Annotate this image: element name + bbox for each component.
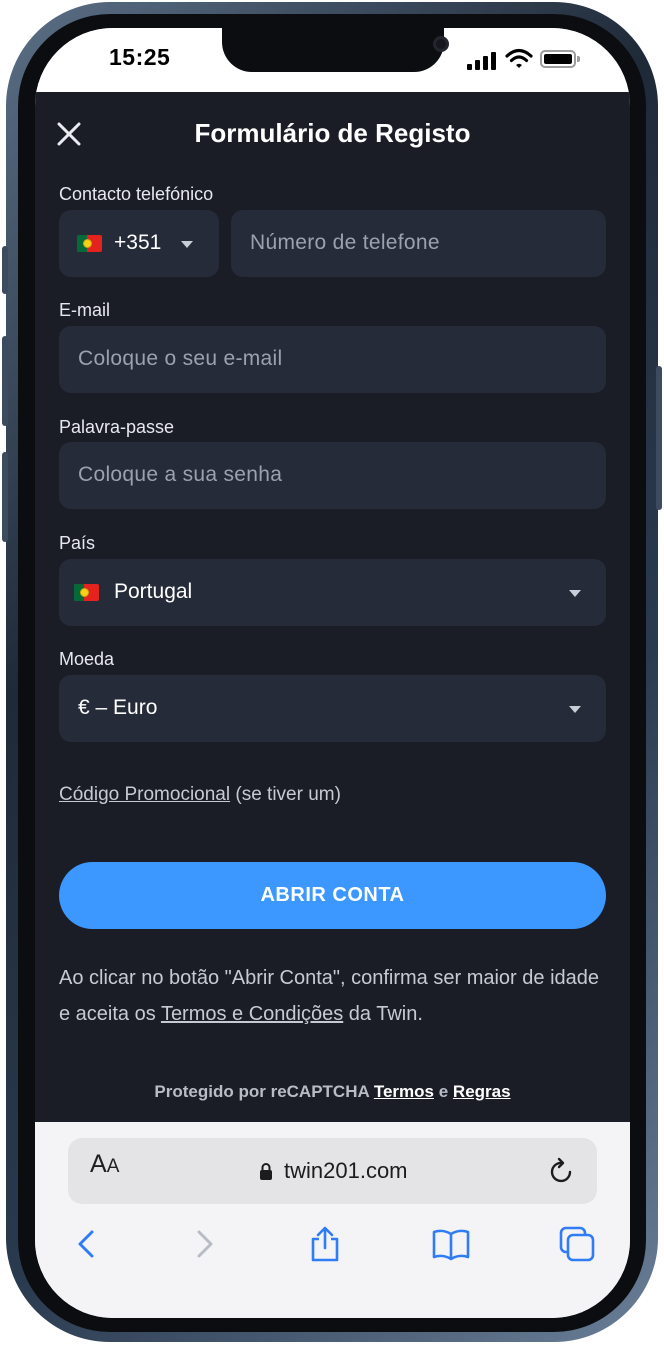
tabs-icon[interactable] [557, 1224, 597, 1264]
recaptcha-and: e [434, 1082, 453, 1101]
currency-select[interactable]: € – Euro [59, 675, 606, 742]
phone-label: Contacto telefónico [59, 184, 214, 204]
browser-chrome: AA twin201.com [35, 1122, 630, 1318]
country-value: Portugal [114, 580, 193, 603]
country-select[interactable]: Portugal [59, 559, 606, 626]
text-size-large-a: A [90, 1150, 107, 1178]
status-time: 15:25 [109, 44, 171, 70]
password-input[interactable]: Coloque a sua senha [59, 442, 606, 509]
battery-icon [540, 50, 580, 68]
status-bar: 15:25 [35, 28, 630, 92]
currency-value: € – Euro [78, 696, 158, 719]
cellular-signal-icon [467, 52, 497, 70]
chevron-down-icon [181, 241, 193, 248]
country-code-value: +351 [114, 231, 162, 254]
terms-disclaimer: Ao clicar no botão "Abrir Conta", confir… [59, 960, 609, 1032]
share-icon[interactable] [305, 1224, 345, 1264]
back-icon[interactable] [68, 1224, 108, 1264]
recaptcha-rules-link[interactable]: Regras [453, 1082, 511, 1101]
address-bar[interactable]: AA twin201.com [68, 1138, 597, 1204]
chevron-down-icon [569, 590, 581, 597]
promo-code-suffix: (se tiver um) [230, 784, 341, 805]
country-code-select[interactable]: +351 [59, 210, 219, 277]
volume-down-button [2, 452, 8, 542]
disclaimer-end: da Twin. [343, 1003, 423, 1025]
bookmarks-icon[interactable] [431, 1224, 471, 1264]
currency-label: Moeda [59, 649, 115, 669]
registration-form: Formulário de Registo Contacto telefónic… [35, 92, 630, 1122]
text-size-button[interactable]: AA [90, 1150, 119, 1179]
portugal-flag-icon [74, 584, 99, 601]
recaptcha-prefix: Protegido por reCAPTCHA [154, 1082, 374, 1101]
recaptcha-terms-link[interactable]: Termos [374, 1082, 434, 1101]
page-title: Formulário de Registo [194, 118, 471, 148]
text-size-small-a: A [106, 1156, 120, 1177]
password-placeholder: Coloque a sua senha [78, 463, 283, 486]
wifi-icon [505, 48, 533, 68]
country-label: País [59, 533, 96, 553]
portugal-flag-icon [77, 235, 102, 252]
lock-icon [260, 1163, 272, 1180]
action-button [2, 246, 8, 294]
front-camera [433, 36, 449, 52]
notch [222, 28, 449, 72]
url-text: twin201.com [284, 1158, 408, 1183]
open-account-button[interactable]: ABRIR CONTA [59, 862, 606, 929]
promo-code-row: Código Promocional (se tiver um) [59, 784, 341, 806]
power-button [656, 366, 662, 510]
terms-conditions-link[interactable]: Termos e Condições [161, 1003, 343, 1025]
chevron-down-icon [569, 706, 581, 713]
screen: 15:25 Formulário de Registo Contacto tel… [35, 28, 630, 1318]
email-label: E-mail [59, 300, 111, 320]
email-input[interactable]: Coloque o seu e-mail [59, 326, 606, 393]
forward-icon[interactable] [183, 1224, 223, 1264]
phone-number-input[interactable]: Número de telefone [231, 210, 606, 277]
password-label: Palavra-passe [59, 417, 175, 437]
phone-number-placeholder: Número de telefone [250, 231, 440, 254]
recaptcha-notice: Protegido por reCAPTCHA Termos e Regras [35, 1082, 630, 1102]
volume-up-button [2, 336, 8, 426]
reload-icon[interactable] [548, 1156, 576, 1186]
email-placeholder: Coloque o seu e-mail [78, 347, 283, 370]
promo-code-link[interactable]: Código Promocional [59, 784, 230, 805]
